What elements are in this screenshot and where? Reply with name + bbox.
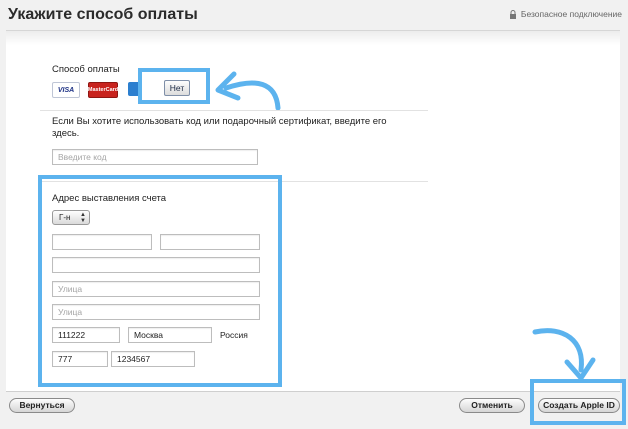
postal-code-input[interactable]: 111222 <box>52 327 120 343</box>
last-name-input[interactable] <box>160 234 260 250</box>
phone-number-input[interactable]: 1234567 <box>111 351 195 367</box>
address-line-input[interactable] <box>52 257 260 273</box>
street-input[interactable]: Улица <box>52 281 260 297</box>
secure-connection-label: Безопасное подключение <box>520 9 622 19</box>
secure-connection: Безопасное подключение <box>509 9 622 19</box>
divider <box>40 110 428 111</box>
salutation-select[interactable]: Г-н ▲ ▼ <box>52 210 90 225</box>
first-name-input[interactable] <box>52 234 152 250</box>
cancel-button[interactable]: Отменить <box>459 398 525 413</box>
city-input[interactable]: Москва <box>128 327 212 343</box>
highlight-create-button <box>530 379 626 425</box>
country-label: Россия <box>220 330 248 340</box>
visa-card-option[interactable]: VISA <box>52 82 80 98</box>
gift-code-input[interactable]: Введите код <box>52 149 258 165</box>
mastercard-card-option[interactable]: MasterCard <box>88 82 118 98</box>
phone-code-input[interactable]: 777 <box>52 351 108 367</box>
curved-arrow-icon <box>532 328 596 381</box>
curved-arrow-icon <box>215 71 281 111</box>
gift-code-description: Если Вы хотите использовать код или пода… <box>52 116 387 139</box>
salutation-value: Г-н <box>59 213 71 222</box>
highlight-none-option <box>138 68 210 104</box>
select-arrows-icon: ▲ ▼ <box>80 212 86 224</box>
billing-address-title: Адрес выставления счета <box>52 193 167 204</box>
street2-input[interactable]: Улица <box>52 304 260 320</box>
payment-method-label: Способ оплаты <box>52 64 120 75</box>
lock-icon <box>509 9 516 19</box>
back-button[interactable]: Вернуться <box>9 398 75 413</box>
page-title: Укажите способ оплаты <box>8 6 198 23</box>
